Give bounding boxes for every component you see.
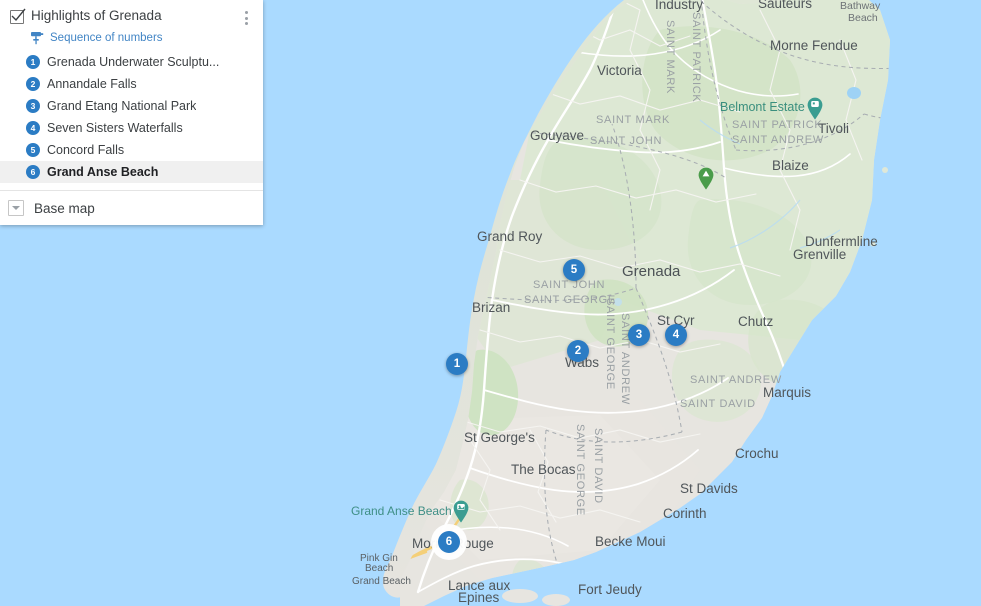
feature-item[interactable]: 6 Grand Anse Beach	[0, 161, 263, 183]
feature-number-badge: 4	[26, 121, 40, 135]
feature-item-label: Concord Falls	[47, 143, 125, 157]
beach-pin-icon[interactable]	[452, 499, 470, 523]
feature-number-badge: 5	[26, 143, 40, 157]
basemap-row[interactable]: Base map	[0, 191, 263, 225]
feature-item[interactable]: 5 Concord Falls	[0, 139, 263, 161]
map-marker-3[interactable]: 3	[628, 324, 650, 346]
feature-item-label: Grenada Underwater Sculptu...	[47, 55, 220, 69]
feature-item[interactable]: 2 Annandale Falls	[0, 73, 263, 95]
map-marker-1[interactable]: 1	[446, 353, 468, 375]
triangle-down-icon[interactable]	[8, 200, 24, 216]
paint-roller-icon	[31, 32, 44, 45]
layer-title: Highlights of Grenada	[31, 8, 162, 23]
feature-number-badge: 3	[26, 99, 40, 113]
feature-number-badge: 6	[26, 165, 40, 179]
map-marker-2[interactable]: 2	[567, 340, 589, 362]
feature-item-label: Seven Sisters Waterfalls	[47, 121, 183, 135]
feature-item[interactable]: 3 Grand Etang National Park	[0, 95, 263, 117]
feature-item-label: Grand Anse Beach	[47, 165, 159, 179]
basemap-label: Base map	[34, 200, 95, 216]
feature-number-badge: 1	[26, 55, 40, 69]
park-pin-icon[interactable]	[697, 166, 715, 190]
map-marker-5[interactable]: 5	[563, 259, 585, 281]
layers-panel[interactable]: Highlights of Grenada Sequence of number…	[0, 0, 263, 225]
layer-style-label[interactable]: Sequence of numbers	[50, 32, 163, 44]
map-marker-6[interactable]: 6	[438, 531, 460, 553]
layer-visibility-checkbox[interactable]	[10, 8, 26, 24]
feature-item-label: Grand Etang National Park	[47, 99, 197, 113]
museum-pin-icon[interactable]	[806, 96, 824, 120]
layer-style-row[interactable]: Sequence of numbers	[0, 28, 263, 51]
feature-item[interactable]: 1 Grenada Underwater Sculptu...	[0, 51, 263, 73]
feature-item[interactable]: 4 Seven Sisters Waterfalls	[0, 117, 263, 139]
layer-header: Highlights of Grenada	[0, 0, 263, 28]
checkmark-icon	[11, 8, 26, 22]
feature-item-label: Annandale Falls	[47, 77, 137, 91]
kebab-menu-icon[interactable]	[237, 8, 255, 28]
feature-number-badge: 2	[26, 77, 40, 91]
feature-list[interactable]: 1 Grenada Underwater Sculptu... 2 Annandale…	[0, 51, 263, 183]
map-marker-4[interactable]: 4	[665, 324, 687, 346]
